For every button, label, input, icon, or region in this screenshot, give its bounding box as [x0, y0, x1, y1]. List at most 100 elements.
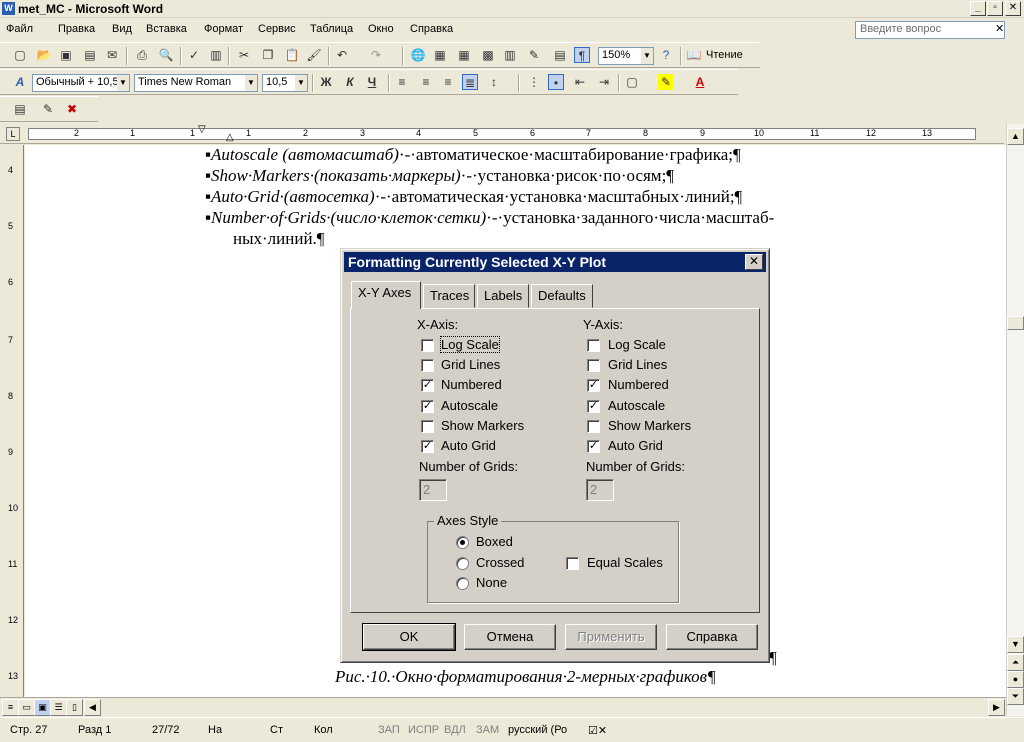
document-map-icon[interactable]: ▤: [552, 47, 568, 63]
tables-borders-icon[interactable]: ▦: [432, 47, 448, 63]
y-number-of-grids-input[interactable]: 2: [586, 479, 614, 501]
boxed-label[interactable]: Boxed: [476, 534, 513, 549]
none-label[interactable]: None: [476, 575, 507, 590]
x-number-of-grids-input[interactable]: 2: [419, 479, 447, 501]
new-icon[interactable]: ▢: [12, 47, 28, 63]
increase-indent-icon[interactable]: ⇥: [596, 74, 612, 90]
apply-button[interactable]: Применить: [565, 624, 657, 650]
italic-button[interactable]: К: [342, 74, 358, 90]
horizontal-ruler[interactable]: L 2 1 1 1 2 3 4 5 6 7 8 9 10 11 12 13 ▽ …: [0, 124, 1004, 144]
left-indent-marker[interactable]: △: [226, 132, 234, 143]
y-autoscale-label[interactable]: Autoscale: [608, 398, 665, 413]
style-select[interactable]: Обычный + 10,5 ▼: [32, 74, 130, 92]
spelling-status-icon[interactable]: ☑✕: [588, 724, 607, 737]
align-center-icon[interactable]: ≡: [418, 74, 434, 90]
styles-icon[interactable]: A: [12, 74, 28, 90]
justify-icon[interactable]: ≣: [462, 74, 478, 90]
edit-icon[interactable]: ✎: [40, 101, 56, 117]
y-grid-lines-label[interactable]: Grid Lines: [608, 357, 667, 372]
menu-window[interactable]: Окно: [368, 23, 394, 35]
menu-file[interactable]: Файл: [6, 23, 33, 35]
font-select[interactable]: Times New Roman ▼: [134, 74, 258, 92]
first-line-indent-marker[interactable]: ▽: [198, 124, 206, 135]
columns-icon[interactable]: ▥: [502, 47, 518, 63]
y-show-markers-checkbox[interactable]: [587, 420, 600, 433]
paste-icon[interactable]: 📋: [284, 47, 300, 63]
maximize-button[interactable]: ▫: [987, 1, 1003, 16]
insert-table-icon[interactable]: ▦: [456, 47, 472, 63]
scroll-right-icon[interactable]: ▶: [988, 699, 1005, 716]
y-log-scale-checkbox[interactable]: [587, 339, 600, 352]
close-button[interactable]: ✕: [1005, 1, 1021, 16]
help-button[interactable]: Справка: [666, 624, 758, 650]
research-icon[interactable]: ▥: [208, 47, 224, 63]
cancel-button[interactable]: Отмена: [464, 624, 556, 650]
close-icon[interactable]: ✕: [745, 254, 763, 270]
redo-icon[interactable]: ↷: [368, 47, 384, 63]
show-formatting-icon[interactable]: ¶: [574, 47, 590, 63]
prev-page-icon[interactable]: ⏶: [1007, 654, 1024, 671]
x-autoscale-label[interactable]: Autoscale: [441, 398, 498, 413]
x-auto-grid-checkbox[interactable]: ✓: [421, 440, 434, 453]
minimize-button[interactable]: _: [970, 1, 986, 16]
menu-format[interactable]: Формат: [204, 23, 243, 35]
chevron-down-icon[interactable]: ▼: [117, 75, 129, 91]
zoom-select[interactable]: 150% ▼: [598, 47, 654, 65]
reject-icon[interactable]: ✖: [64, 101, 80, 117]
print-icon[interactable]: ⎙: [134, 47, 150, 63]
tab-defaults[interactable]: Defaults: [531, 284, 593, 308]
x-log-scale-checkbox[interactable]: [421, 339, 434, 352]
status-rec[interactable]: ЗАП: [378, 724, 400, 736]
vertical-scrollbar[interactable]: ▲ ▼ ⏶ ● ⏷: [1006, 124, 1024, 716]
chevron-down-icon[interactable]: ▼: [295, 75, 307, 91]
print-layout-icon[interactable]: ▣: [34, 699, 51, 716]
format-painter-icon[interactable]: 🖌: [306, 47, 322, 63]
read-icon[interactable]: 📖: [686, 47, 702, 63]
status-trk[interactable]: ИСПР: [408, 724, 439, 736]
tab-labels[interactable]: Labels: [477, 284, 529, 308]
tab-selector-icon[interactable]: L: [6, 127, 20, 141]
select-browse-icon[interactable]: ●: [1007, 671, 1024, 688]
copy-icon[interactable]: ❐: [260, 47, 276, 63]
highlight-icon[interactable]: ✎: [658, 74, 674, 90]
scroll-left-icon[interactable]: ◀: [84, 699, 101, 716]
boxed-radio[interactable]: [456, 536, 469, 549]
x-show-markers-checkbox[interactable]: [421, 420, 434, 433]
chevron-down-icon[interactable]: ▼: [641, 48, 653, 64]
tab-traces[interactable]: Traces: [423, 284, 475, 308]
bold-button[interactable]: Ж: [318, 74, 334, 90]
borders-icon[interactable]: ▢: [624, 74, 640, 90]
permission-icon[interactable]: ▤: [82, 47, 98, 63]
crossed-radio[interactable]: [456, 557, 469, 570]
y-auto-grid-label[interactable]: Auto Grid: [608, 438, 663, 453]
menu-insert[interactable]: Вставка: [146, 23, 187, 35]
menu-edit[interactable]: Правка: [58, 23, 95, 35]
undo-icon[interactable]: ↶: [334, 47, 350, 63]
insert-excel-icon[interactable]: ▩: [480, 47, 496, 63]
decrease-indent-icon[interactable]: ⇤: [572, 74, 588, 90]
x-numbered-checkbox[interactable]: ✓: [421, 379, 434, 392]
align-right-icon[interactable]: ≡: [440, 74, 456, 90]
cut-icon[interactable]: ✂: [236, 47, 252, 63]
y-log-scale-label[interactable]: Log Scale: [608, 337, 666, 352]
x-numbered-label[interactable]: Numbered: [441, 377, 502, 392]
status-ext[interactable]: ВДЛ: [444, 724, 466, 736]
none-radio[interactable]: [456, 577, 469, 590]
equal-scales-label[interactable]: Equal Scales: [587, 555, 663, 570]
x-autoscale-checkbox[interactable]: ✓: [421, 400, 434, 413]
equal-scales-checkbox[interactable]: [566, 557, 579, 570]
scroll-thumb[interactable]: [1007, 316, 1024, 330]
status-ovr[interactable]: ЗАМ: [476, 724, 499, 736]
ok-button[interactable]: OK: [362, 623, 456, 651]
menu-help[interactable]: Справка: [410, 23, 453, 35]
crossed-label[interactable]: Crossed: [476, 555, 524, 570]
x-log-scale-label[interactable]: Log Scale: [440, 336, 500, 353]
y-show-markers-label[interactable]: Show Markers: [608, 418, 691, 433]
dialog-title-bar[interactable]: Formatting Currently Selected X-Y Plot ✕: [344, 252, 766, 272]
menu-view[interactable]: Вид: [112, 23, 132, 35]
tab-xy-axes[interactable]: X-Y Axes: [351, 281, 421, 309]
scroll-up-icon[interactable]: ▲: [1007, 128, 1024, 145]
y-numbered-label[interactable]: Numbered: [608, 377, 669, 392]
font-color-icon[interactable]: A: [692, 74, 708, 90]
chevron-down-icon[interactable]: ▼: [245, 75, 257, 91]
